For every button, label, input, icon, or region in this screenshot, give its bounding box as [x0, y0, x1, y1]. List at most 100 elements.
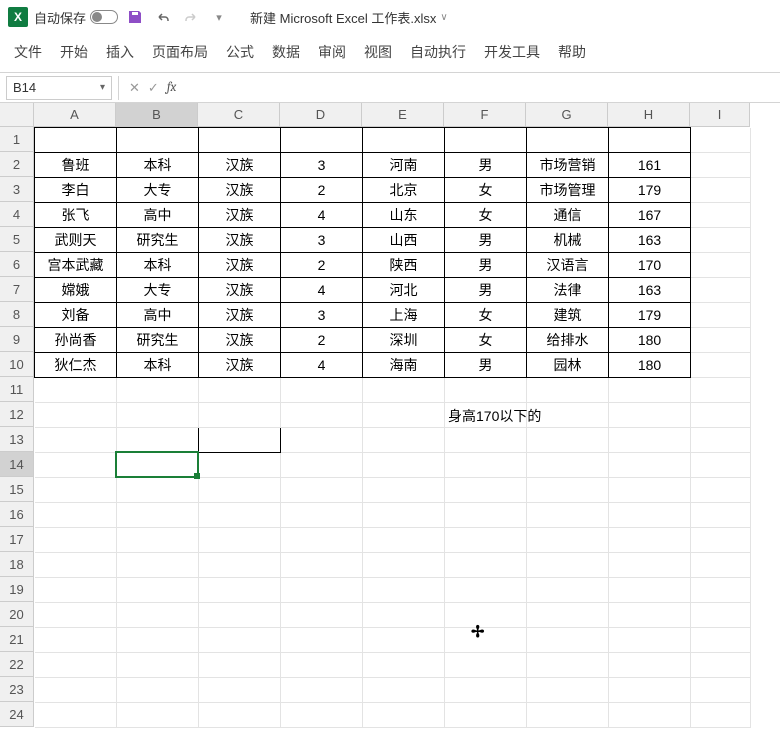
row-header[interactable]: 14	[0, 452, 34, 477]
row-header[interactable]: 8	[0, 302, 34, 327]
cell[interactable]: 161	[609, 153, 691, 178]
cell[interactable]: 本科	[117, 353, 199, 378]
cell[interactable]: 宫本武藏	[35, 253, 117, 278]
row-header[interactable]: 4	[0, 202, 34, 227]
cell[interactable]: 高中	[117, 203, 199, 228]
cell[interactable]	[445, 603, 527, 628]
cell[interactable]: 狄仁杰	[35, 353, 117, 378]
cell[interactable]: 男	[445, 153, 527, 178]
cell[interactable]: 179	[609, 303, 691, 328]
cell[interactable]	[527, 428, 609, 453]
row-header[interactable]: 13	[0, 427, 34, 452]
cell[interactable]	[281, 478, 363, 503]
cell[interactable]	[691, 678, 751, 703]
tab-pagelayout[interactable]: 页面布局	[152, 42, 208, 62]
cell[interactable]: 男	[445, 253, 527, 278]
cell[interactable]: 籍贯	[363, 128, 445, 153]
cell[interactable]: 男	[445, 228, 527, 253]
qat-more-icon[interactable]: ▾	[208, 6, 230, 28]
cell[interactable]	[35, 403, 117, 428]
cell[interactable]: 4	[281, 203, 363, 228]
name-box[interactable]: B14 ▾	[6, 76, 112, 100]
tab-help[interactable]: 帮助	[558, 42, 586, 62]
cell[interactable]: 张飞	[35, 203, 117, 228]
cell[interactable]: 汉族	[199, 153, 281, 178]
cell[interactable]	[117, 653, 199, 678]
cell[interactable]	[117, 528, 199, 553]
cell[interactable]	[445, 628, 527, 653]
cell[interactable]: 本科	[117, 153, 199, 178]
cell[interactable]	[363, 403, 445, 428]
row-header[interactable]: 12	[0, 402, 34, 427]
cell[interactable]: 女	[445, 328, 527, 353]
cell[interactable]: 陕西	[363, 253, 445, 278]
cell[interactable]	[363, 578, 445, 603]
cell[interactable]: 汉族	[199, 303, 281, 328]
cell[interactable]	[445, 478, 527, 503]
tab-automate[interactable]: 自动执行	[410, 42, 466, 62]
cell[interactable]	[691, 128, 751, 153]
cell[interactable]	[199, 703, 281, 728]
cell[interactable]	[691, 228, 751, 253]
row-header[interactable]: 16	[0, 502, 34, 527]
save-button[interactable]	[124, 6, 146, 28]
cell[interactable]	[363, 603, 445, 628]
cell[interactable]: 性别	[445, 128, 527, 153]
cell[interactable]	[691, 453, 751, 478]
cell[interactable]	[199, 628, 281, 653]
cell[interactable]	[527, 503, 609, 528]
tab-formulas[interactable]: 公式	[226, 42, 254, 62]
cell[interactable]	[117, 578, 199, 603]
tab-file[interactable]: 文件	[14, 42, 42, 62]
col-header[interactable]: B	[116, 103, 198, 127]
cell[interactable]	[199, 403, 281, 428]
cell[interactable]	[691, 653, 751, 678]
row-header[interactable]: 18	[0, 552, 34, 577]
cell[interactable]: 身高	[609, 128, 691, 153]
cell[interactable]: 海南	[363, 353, 445, 378]
cell[interactable]	[691, 603, 751, 628]
row-header[interactable]: 9	[0, 327, 34, 352]
cell[interactable]	[527, 553, 609, 578]
cell[interactable]	[691, 353, 751, 378]
cell[interactable]: 法律	[527, 278, 609, 303]
cell[interactable]	[35, 503, 117, 528]
cell[interactable]	[527, 378, 609, 403]
cell[interactable]	[281, 528, 363, 553]
accept-formula-icon[interactable]: ✓	[144, 80, 163, 96]
cell[interactable]: 本科	[117, 253, 199, 278]
cell[interactable]: 汉族	[199, 353, 281, 378]
cell[interactable]: 机械	[527, 228, 609, 253]
cell[interactable]	[527, 478, 609, 503]
cell[interactable]	[445, 453, 527, 478]
row-header[interactable]: 3	[0, 177, 34, 202]
cell[interactable]: 2	[281, 253, 363, 278]
formula-input[interactable]	[180, 76, 780, 100]
cell[interactable]	[691, 378, 751, 403]
cell[interactable]	[281, 503, 363, 528]
cell[interactable]: 河北	[363, 278, 445, 303]
cell[interactable]	[445, 703, 527, 728]
cell[interactable]	[609, 378, 691, 403]
cell[interactable]	[445, 678, 527, 703]
cell[interactable]: 鲁班	[35, 153, 117, 178]
cell[interactable]	[363, 428, 445, 453]
cell[interactable]	[281, 378, 363, 403]
cell[interactable]: 河南	[363, 153, 445, 178]
cell[interactable]	[527, 653, 609, 678]
cell[interactable]	[363, 478, 445, 503]
cell[interactable]	[199, 378, 281, 403]
cell[interactable]	[691, 203, 751, 228]
cell[interactable]	[609, 628, 691, 653]
select-all-corner[interactable]	[0, 103, 34, 127]
cell[interactable]	[199, 453, 281, 478]
cell[interactable]	[199, 678, 281, 703]
cell[interactable]: 3	[281, 303, 363, 328]
cell[interactable]	[363, 453, 445, 478]
cell[interactable]	[609, 403, 691, 428]
cell[interactable]: 170	[609, 253, 691, 278]
cell[interactable]	[35, 628, 117, 653]
cell[interactable]	[527, 453, 609, 478]
cell[interactable]: 孙尚香	[35, 328, 117, 353]
cell[interactable]	[35, 703, 117, 728]
